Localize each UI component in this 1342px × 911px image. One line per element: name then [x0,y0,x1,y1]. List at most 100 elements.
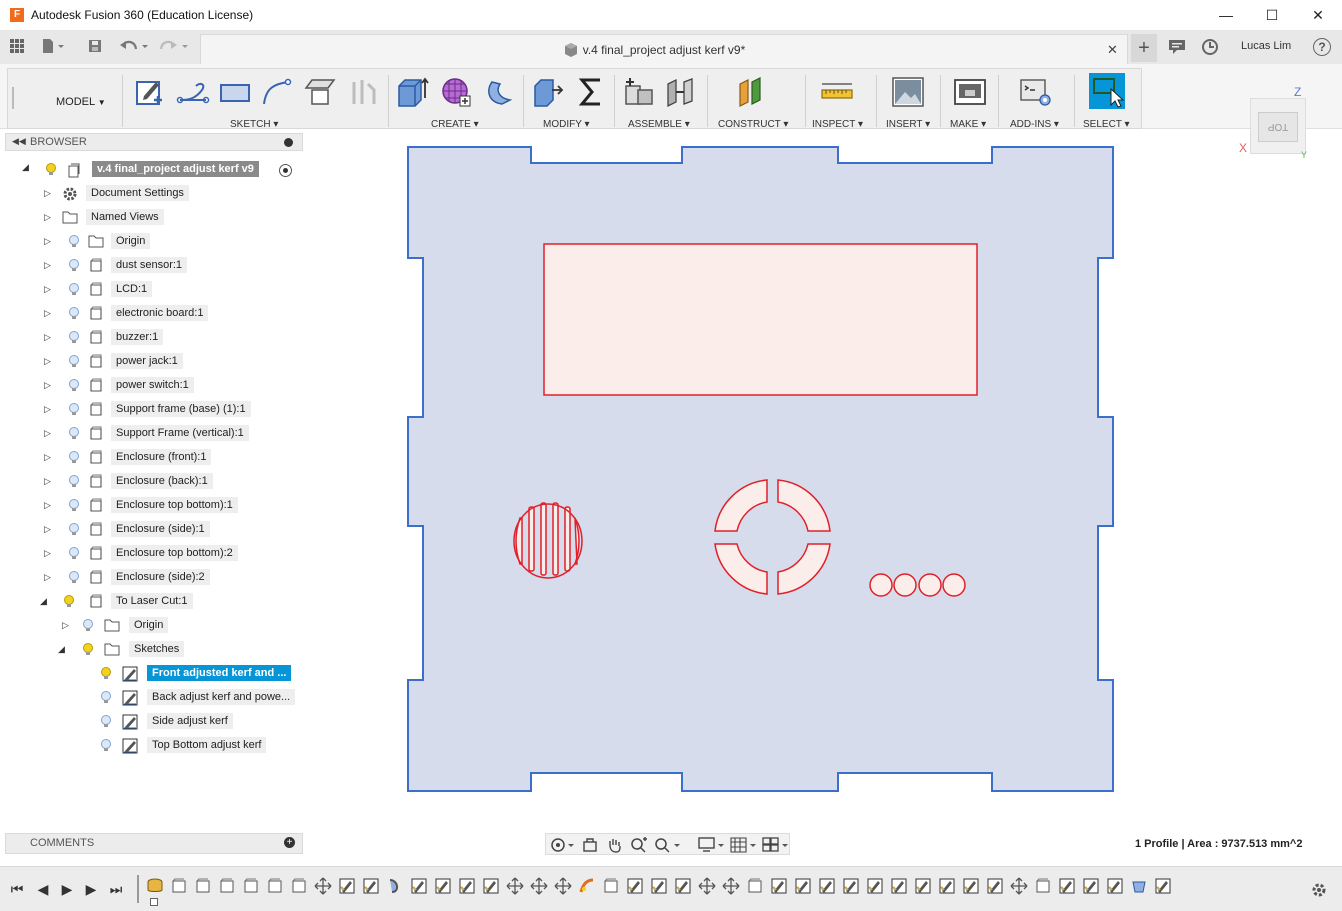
timeline-feature-icon[interactable] [698,877,716,895]
expand-triangle-icon[interactable]: ▷ [44,548,54,558]
timeline-marker[interactable] [150,898,158,906]
toolbar-grip[interactable] [12,87,14,109]
timeline-end-icon[interactable]: ⏭ [108,881,124,897]
new-component-icon[interactable] [622,76,654,108]
visibility-bulb-icon[interactable] [100,667,112,681]
canvas-viewport[interactable] [305,130,1342,830]
expand-triangle-icon[interactable]: ▷ [44,380,54,390]
timeline-feature-icon[interactable] [986,877,1004,895]
visibility-bulb-icon[interactable] [68,523,80,537]
timeline-feature-icon[interactable] [410,877,428,895]
timeline-feature-icon[interactable] [938,877,956,895]
rectangle-tool-icon[interactable] [218,76,250,108]
expand-triangle-icon[interactable]: ▷ [44,236,54,246]
browser-node[interactable]: Side adjust kerf [0,712,305,732]
visibility-bulb-icon[interactable] [68,403,80,417]
expand-triangle-icon[interactable]: ▷ [44,524,54,534]
expand-triangle-icon[interactable]: ▷ [44,188,54,198]
visibility-bulb-icon[interactable] [68,451,80,465]
timeline-feature-icon[interactable] [434,877,452,895]
inspect-menu[interactable]: INSPECT ▾ [812,119,863,130]
expand-triangle-icon[interactable]: ▷ [44,356,54,366]
visibility-bulb-icon[interactable] [63,595,75,609]
browser-node[interactable]: Back adjust kerf and powe... [0,688,305,708]
visibility-bulb-icon[interactable] [68,475,80,489]
viewports-icon[interactable] [762,837,790,856]
timeline-start-icon[interactable]: ⏮ [9,881,25,897]
expand-triangle-icon[interactable]: ▷ [44,284,54,294]
offset-plane-icon[interactable] [736,76,768,108]
minimize-button[interactable]: — [1203,4,1249,26]
sketch-canvas[interactable] [305,130,1342,830]
timeline-feature-icon[interactable] [746,877,764,895]
timeline-play-icon[interactable]: ▶ [59,881,75,897]
browser-node[interactable]: ▷ Origin [0,232,305,252]
scripts-addins-icon[interactable] [1019,76,1051,108]
line-tool-icon[interactable] [176,76,210,108]
timeline-feature-icon[interactable] [1154,877,1172,895]
timeline-feature-icon[interactable] [530,877,548,895]
browser-node[interactable]: ▷ power jack:1 [0,352,305,372]
undo-icon[interactable] [119,38,148,56]
insert-menu[interactable]: INSERT ▾ [886,119,930,130]
browser-node[interactable]: ▷ Enclosure (front):1 [0,448,305,468]
timeline-feature-icon[interactable] [338,877,356,895]
browser-node[interactable]: ▷ Support frame (base) (1):1 [0,400,305,420]
timeline-feature-icon[interactable] [290,877,308,895]
visibility-bulb-icon[interactable] [68,307,80,321]
modify-menu[interactable]: MODIFY ▾ [543,119,590,130]
browser-node[interactable]: ▷ buzzer:1 [0,328,305,348]
visibility-bulb-icon[interactable] [100,715,112,729]
timeline-feature-icon[interactable] [602,877,620,895]
collapse-browser-icon[interactable]: ◀◀ [12,136,26,147]
project-tool-icon[interactable] [348,76,380,108]
timeline-feature-icon[interactable] [146,877,164,895]
timeline-feature-icon[interactable] [458,877,476,895]
select-tool-icon[interactable] [1089,73,1125,109]
timeline-feature-icon[interactable] [674,877,692,895]
sweep-icon[interactable] [484,76,516,108]
timeline-feature-icon[interactable] [866,877,884,895]
collapse-triangle-icon[interactable]: ◢ [22,162,32,172]
timeline-feature-icon[interactable] [818,877,836,895]
timeline-feature-icon[interactable] [890,877,908,895]
visibility-bulb-icon[interactable] [68,499,80,513]
visibility-bulb-icon[interactable] [68,379,80,393]
compute-sigma-icon[interactable] [576,76,608,108]
timeline-feature-icon[interactable] [314,877,332,895]
browser-root-node[interactable]: ◢ v.4 final_project adjust kerf v9 [0,160,305,180]
grid-settings-icon[interactable] [730,837,758,856]
viewcube-top-face[interactable]: TOP [1258,112,1298,142]
timeline-feature-icon[interactable] [962,877,980,895]
comments-panel-header[interactable]: COMMENTS + [5,833,303,854]
timeline-feature-icon[interactable] [242,877,260,895]
visibility-bulb-icon[interactable] [100,691,112,705]
browser-node[interactable]: Top Bottom adjust kerf [0,736,305,756]
browser-node[interactable]: ▷ Enclosure top bottom):1 [0,496,305,516]
assemble-menu[interactable]: ASSEMBLE ▾ [628,119,690,130]
expand-triangle-icon[interactable]: ▷ [44,332,54,342]
expand-triangle-icon[interactable]: ▷ [44,500,54,510]
visibility-bulb-icon[interactable] [68,571,80,585]
timeline-feature-icon[interactable] [218,877,236,895]
timeline-feature-icon[interactable] [266,877,284,895]
spline-tool-icon[interactable] [260,76,292,108]
browser-node[interactable]: ▷ Origin [0,616,305,636]
job-status-clock-icon[interactable] [1201,38,1219,56]
browser-panel-header[interactable]: ◀◀ BROWSER [5,133,303,151]
timeline-feature-icon[interactable] [554,877,572,895]
expand-triangle-icon[interactable]: ▷ [44,428,54,438]
timeline-feature-icon[interactable] [482,877,500,895]
activate-radio-icon[interactable] [279,164,292,177]
expand-triangle-icon[interactable]: ▷ [44,308,54,318]
timeline-feature-icon[interactable] [1130,877,1148,895]
expand-triangle-icon[interactable]: ▷ [44,476,54,486]
visibility-bulb-icon[interactable] [68,283,80,297]
visibility-bulb-icon[interactable] [100,739,112,753]
expand-triangle-icon[interactable]: ▷ [44,452,54,462]
extrude-icon[interactable] [396,76,429,108]
pan-hand-icon[interactable] [606,837,622,856]
expand-triangle-icon[interactable]: ▷ [44,212,54,222]
expand-triangle-icon[interactable]: ▷ [44,404,54,414]
browser-node[interactable]: ◢ To Laser Cut:1 [0,592,305,612]
